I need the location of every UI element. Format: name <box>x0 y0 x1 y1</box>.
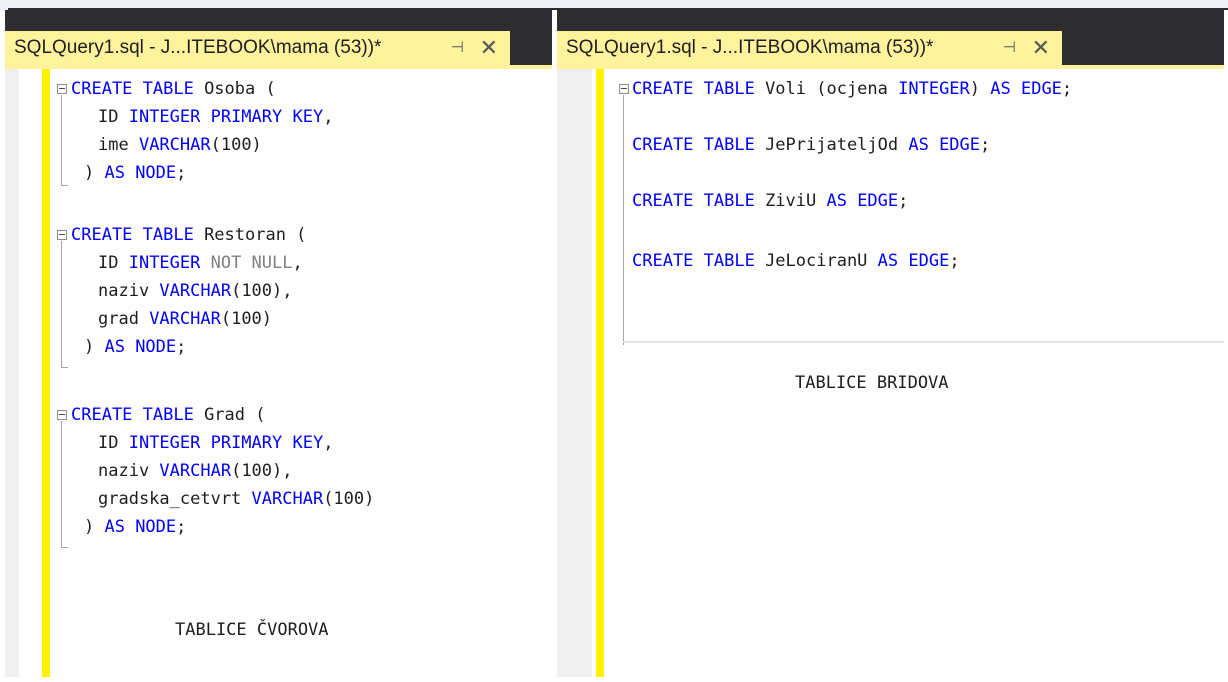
code-line: naziv VARCHAR(100), <box>98 281 293 301</box>
tab-title: SQLQuery1.sql - J...ITEBOOK\mama (53))* <box>14 37 382 58</box>
editor-divider <box>622 341 1224 343</box>
code-line: naziv VARCHAR(100), <box>98 461 293 481</box>
collapse-icon[interactable] <box>57 84 67 94</box>
left-editor-pane: SQLQuery1.sql - J...ITEBOOK\mama (53))* … <box>5 10 552 677</box>
collapse-icon[interactable] <box>57 230 67 240</box>
pin-icon[interactable]: ⊣ <box>451 31 464 65</box>
change-tracking-bar <box>42 69 50 677</box>
code-line: grad VARCHAR(100) <box>98 309 273 329</box>
code-line: CREATE TABLE Restoran ( <box>71 225 307 245</box>
code-line: ID INTEGER PRIMARY KEY, <box>98 107 334 127</box>
edge-tables-caption: TABLICE BRIDOVA <box>795 373 949 393</box>
fold-guide <box>61 421 62 547</box>
code-line: CREATE TABLE ZiviU AS EDGE; <box>632 191 909 211</box>
collapse-icon[interactable] <box>57 410 67 420</box>
close-icon[interactable]: ✕ <box>1032 31 1050 65</box>
code-line: CREATE TABLE JePrijateljOd AS EDGE; <box>632 135 991 155</box>
code-line: CREATE TABLE Voli (ocjena INTEGER) AS ED… <box>632 79 1073 99</box>
left-code-editor[interactable]: CREATE TABLE Osoba ( ID INTEGER PRIMARY … <box>5 69 552 677</box>
code-line: ID INTEGER PRIMARY KEY, <box>98 433 334 453</box>
pin-icon[interactable]: ⊣ <box>1003 31 1016 65</box>
close-icon[interactable]: ✕ <box>480 31 498 65</box>
fold-guide-end <box>61 547 68 548</box>
code-line: CREATE TABLE Osoba ( <box>71 79 276 99</box>
code-line: gradska_cetvrt VARCHAR(100) <box>98 489 375 509</box>
collapse-icon[interactable] <box>619 84 629 94</box>
code-line: ) AS NODE; <box>84 163 187 183</box>
code-line: ime VARCHAR(100) <box>98 135 262 155</box>
code-line: ID INTEGER NOT NULL, <box>98 253 303 273</box>
code-line: ) AS NODE; <box>84 517 187 537</box>
fold-guide <box>61 241 62 367</box>
right-editor-pane: SQLQuery1.sql - J...ITEBOOK\mama (53))* … <box>557 10 1224 677</box>
node-tables-caption: TABLICE ČVOROVA <box>175 620 329 640</box>
tab-title: SQLQuery1.sql - J...ITEBOOK\mama (53))* <box>566 37 934 58</box>
change-tracking-bar <box>596 69 604 677</box>
fold-guide <box>61 95 62 185</box>
code-line: CREATE TABLE Grad ( <box>71 405 266 425</box>
fold-guide-end <box>61 367 68 368</box>
right-code-editor[interactable]: CREATE TABLE Voli (ocjena INTEGER) AS ED… <box>557 69 1224 677</box>
indicator-margin <box>5 69 19 677</box>
window-top-strip <box>0 0 1228 10</box>
fold-guide-end <box>61 185 68 186</box>
indicator-margin <box>557 69 592 677</box>
fold-guide <box>623 95 624 345</box>
code-line: ) AS NODE; <box>84 337 187 357</box>
left-document-tab[interactable]: SQLQuery1.sql - J...ITEBOOK\mama (53))* … <box>5 31 510 65</box>
right-document-tab[interactable]: SQLQuery1.sql - J...ITEBOOK\mama (53))* … <box>557 31 1062 65</box>
code-line: CREATE TABLE JeLociranU AS EDGE; <box>632 251 960 271</box>
